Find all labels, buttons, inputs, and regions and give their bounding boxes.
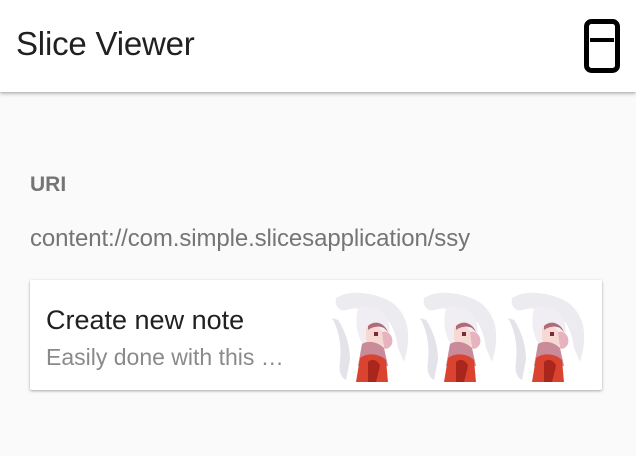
uri-value: content://com.simple.slicesapplication/s… [30,225,470,252]
slice-subtitle: Easily done with this … [46,344,284,370]
slice-thumbnail-image[interactable] [504,288,590,382]
slice-thumbnail-image[interactable] [416,288,502,382]
phone-device-icon [584,19,620,73]
slice-card[interactable]: Create new note Easily done with this … [30,280,602,390]
device-mode-button[interactable] [578,18,626,74]
slice-thumbnail-image[interactable] [328,288,414,382]
slice-thumbnails [328,288,590,382]
app-title: Slice Viewer [16,25,195,62]
slice-title: Create new note [46,305,245,335]
uri-label: URI [30,173,67,196]
main-content: URI content://com.simple.slicesapplicati… [0,92,636,456]
app-bar: Slice Viewer [0,0,636,92]
